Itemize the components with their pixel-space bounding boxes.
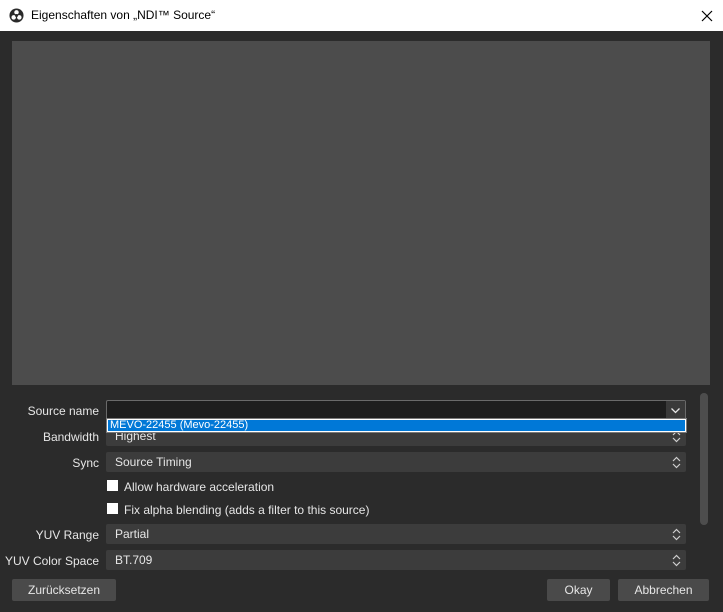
bandwidth-label: Bandwidth [42,430,99,444]
close-button[interactable] [691,0,723,31]
sync-combo[interactable]: Source Timing [106,452,686,472]
fix-alpha-label[interactable]: Fix alpha blending (adds a filter to thi… [124,503,369,517]
yuv-range-label: YUV Range [35,528,99,542]
yuv-color-space-value: BT.709 [115,553,153,567]
source-name-label: Source name [27,404,99,418]
fix-alpha-checkbox[interactable] [107,503,118,514]
window-title: Eigenschaften von „NDI™ Source“ [31,8,216,22]
updown-arrow-icon[interactable] [667,550,686,570]
hw-accel-checkbox[interactable] [107,480,118,491]
updown-arrow-icon[interactable] [667,452,686,472]
source-preview [12,41,710,385]
scrollbar-thumb[interactable] [700,393,708,525]
properties-scrollbar[interactable] [700,393,708,525]
sync-label: Sync [72,456,99,470]
yuv-color-space-combo[interactable]: BT.709 [106,550,686,570]
updown-arrow-icon[interactable] [667,524,686,544]
yuv-color-space-label: YUV Color Space [4,554,99,568]
title-bar: Eigenschaften von „NDI™ Source“ [0,0,723,31]
ok-button[interactable]: Okay [547,579,610,601]
source-name-dropdown-list: MEVO-22455 (Mevo-22455) [106,418,687,433]
reset-button[interactable]: Zurücksetzen [12,579,116,601]
obs-logo-icon [9,8,24,23]
hw-accel-label[interactable]: Allow hardware acceleration [124,480,274,494]
source-name-combo[interactable] [106,400,686,421]
dropdown-option[interactable]: MEVO-22455 (Mevo-22455) [108,420,685,431]
sync-value: Source Timing [115,455,192,469]
cancel-button[interactable]: Abbrechen [618,579,709,601]
close-icon [701,10,713,21]
yuv-range-combo[interactable]: Partial [106,524,686,544]
yuv-range-value: Partial [115,527,150,541]
